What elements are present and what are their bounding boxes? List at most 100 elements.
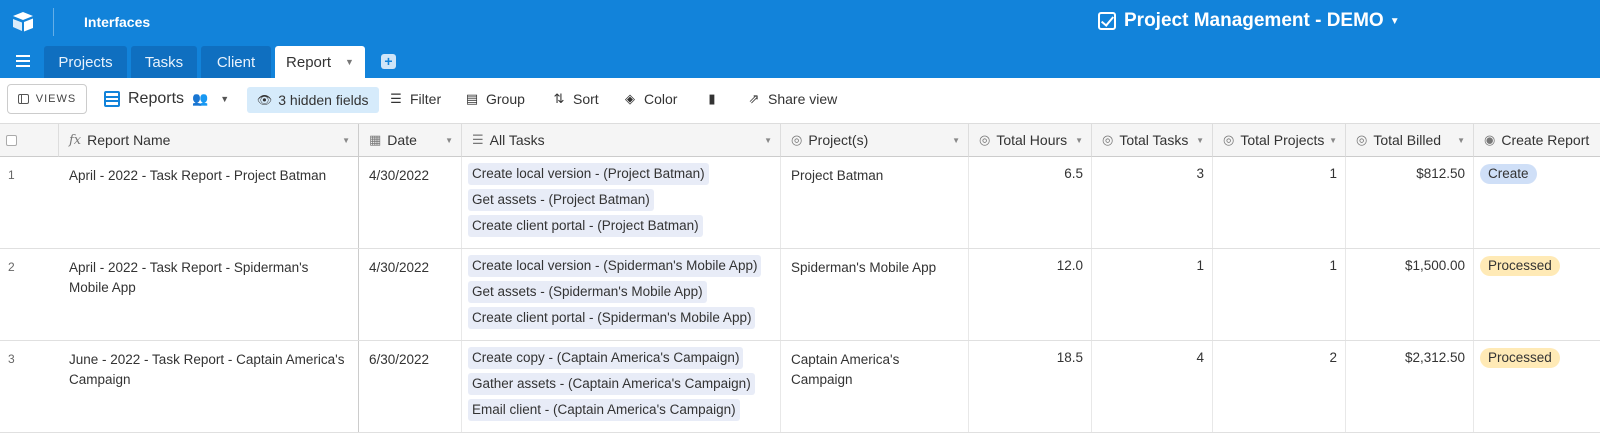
row-number-cell: 2 — [0, 249, 59, 340]
color-button[interactable]: ◈ Color — [622, 91, 677, 107]
chevron-down-icon[interactable]: ▼ — [1457, 136, 1465, 145]
create-report-cell[interactable]: Processed — [1474, 249, 1600, 340]
chevron-down-icon[interactable]: ▼ — [1196, 136, 1204, 145]
projects-cell[interactable]: Spiderman's Mobile App — [781, 249, 969, 340]
table-row[interactable]: 1 April - 2022 - Task Report - Project B… — [0, 157, 1600, 249]
view-switcher[interactable]: Reports 👥 ▼ — [104, 90, 229, 108]
chevron-down-icon[interactable]: ▼ — [342, 136, 350, 145]
total-tasks-cell[interactable]: 1 — [1092, 249, 1213, 340]
total-hours-cell[interactable]: 18.5 — [969, 341, 1092, 432]
total-billed-cell[interactable]: $2,312.50 — [1346, 341, 1474, 432]
total-projects-cell[interactable]: 1 — [1213, 249, 1346, 340]
chevron-down-icon[interactable]: ▼ — [764, 136, 772, 145]
hamburger-menu-icon[interactable] — [16, 55, 30, 67]
date-value: 6/30/2022 — [369, 352, 430, 367]
date-cell[interactable]: 4/30/2022 — [359, 157, 462, 248]
column-header-report-name[interactable]: fx Report Name ▼ — [59, 124, 359, 157]
views-button[interactable]: VIEWS — [7, 84, 87, 114]
total-projects-cell[interactable]: 2 — [1213, 341, 1346, 432]
rollup-icon: ◎ — [979, 132, 991, 147]
total-billed-cell[interactable]: $1,500.00 — [1346, 249, 1474, 340]
divider — [53, 8, 54, 36]
total-hours-value: 18.5 — [1056, 350, 1083, 365]
chevron-down-icon[interactable]: ▼ — [445, 136, 453, 145]
status-badge[interactable]: Create — [1480, 164, 1537, 184]
all-tasks-cell[interactable]: Create copy - (Captain America's Campaig… — [462, 341, 781, 432]
column-title: Total Billed — [1373, 132, 1442, 148]
task-chip[interactable]: Create client portal - (Spiderman's Mobi… — [468, 307, 756, 329]
total-tasks-cell[interactable]: 3 — [1092, 157, 1213, 248]
formula-icon: fx — [69, 132, 82, 148]
task-chip[interactable]: Get assets - (Project Batman) — [468, 189, 654, 211]
total-hours-cell[interactable]: 6.5 — [969, 157, 1092, 248]
group-icon: ▤ — [465, 91, 479, 106]
group-button[interactable]: ▤ Group — [464, 91, 525, 107]
task-chip[interactable]: Create local version - (Project Batman) — [468, 163, 709, 185]
task-chip[interactable]: Email client - (Captain America's Campai… — [468, 399, 740, 421]
task-chip[interactable]: Create client portal - (Project Batman) — [468, 215, 703, 237]
view-name: Reports — [128, 90, 185, 107]
hidden-fields-button[interactable]: 👁 3 hidden fields — [247, 87, 379, 113]
sort-button[interactable]: ⇅ Sort — [551, 91, 599, 107]
rollup-icon: ◎ — [1223, 132, 1235, 147]
column-header-total-projects[interactable]: ◎ Total Projects ▼ — [1213, 124, 1346, 157]
task-chip[interactable]: Gather assets - (Captain America's Campa… — [468, 373, 755, 395]
chevron-down-icon[interactable]: ▼ — [952, 136, 960, 145]
color-label: Color — [644, 91, 678, 107]
chevron-down-icon[interactable]: ▼ — [1075, 136, 1083, 145]
report-name-cell[interactable]: June - 2022 - Task Report - Captain Amer… — [59, 341, 359, 432]
total-projects-cell[interactable]: 1 — [1213, 157, 1346, 248]
date-cell[interactable]: 4/30/2022 — [359, 249, 462, 340]
row-height-button[interactable]: ▮ — [704, 91, 720, 107]
column-header-total-tasks[interactable]: ◎ Total Tasks ▼ — [1092, 124, 1213, 157]
filter-button[interactable]: ☰ Filter — [388, 91, 441, 107]
total-hours-cell[interactable]: 12.0 — [969, 249, 1092, 340]
tab-label: Tasks — [144, 53, 184, 71]
task-chip[interactable]: Create copy - (Captain America's Campaig… — [468, 347, 744, 369]
total-billed-cell[interactable]: $812.50 — [1346, 157, 1474, 248]
add-table-icon[interactable]: + — [381, 54, 396, 69]
task-chip[interactable]: Create local version - (Spiderman's Mobi… — [468, 255, 762, 277]
projects-cell[interactable]: Captain America's Campaign — [781, 341, 969, 432]
projects-cell[interactable]: Project Batman — [781, 157, 969, 248]
column-header-date[interactable]: ▦ Date ▼ — [359, 124, 462, 157]
table-row[interactable]: 2 April - 2022 - Task Report - Spiderman… — [0, 249, 1600, 341]
interfaces-link[interactable]: Interfaces — [84, 14, 150, 30]
tab-projects[interactable]: Projects — [44, 46, 127, 78]
row-number: 1 — [8, 168, 15, 182]
total-tasks-cell[interactable]: 4 — [1092, 341, 1213, 432]
chevron-down-icon[interactable]: ▼ — [1329, 136, 1337, 145]
all-tasks-cell[interactable]: Create local version - (Project Batman) … — [462, 157, 781, 248]
airtable-logo-icon[interactable] — [10, 9, 36, 35]
chevron-down-icon: ▼ — [1389, 15, 1400, 27]
all-tasks-cell[interactable]: Create local version - (Spiderman's Mobi… — [462, 249, 781, 340]
top-bar: Interfaces Project Management - DEMO ▼ — [0, 0, 1600, 46]
base-title[interactable]: Project Management - DEMO ▼ — [1098, 10, 1400, 32]
create-report-cell[interactable]: Create — [1474, 157, 1600, 248]
table-row[interactable]: 3 June - 2022 - Task Report - Captain Am… — [0, 341, 1600, 433]
report-name-cell[interactable]: April - 2022 - Task Report - Spiderman's… — [59, 249, 359, 340]
tab-tasks[interactable]: Tasks — [131, 46, 197, 78]
task-chip[interactable]: Get assets - (Spiderman's Mobile App) — [468, 281, 707, 303]
calendar-icon: ▦ — [369, 132, 382, 147]
column-header-total-hours[interactable]: ◎ Total Hours ▼ — [969, 124, 1092, 157]
total-projects-value: 1 — [1329, 258, 1337, 273]
tab-report[interactable]: Report ▼ — [275, 46, 365, 78]
status-badge[interactable]: Processed — [1480, 256, 1560, 276]
column-header-create-report[interactable]: ◉ Create Report — [1474, 124, 1600, 157]
chevron-down-icon[interactable]: ▼ — [345, 57, 354, 67]
tab-client[interactable]: Client — [201, 46, 271, 78]
column-title: Project(s) — [808, 132, 869, 148]
share-view-button[interactable]: ⇗ Share view — [746, 91, 838, 107]
select-all-checkbox[interactable] — [6, 134, 17, 146]
column-header-projects[interactable]: ◎ Project(s) ▼ — [781, 124, 969, 157]
share-label: Share view — [768, 91, 838, 107]
views-label: VIEWS — [35, 93, 77, 105]
column-header-total-billed[interactable]: ◎ Total Billed ▼ — [1346, 124, 1474, 157]
status-badge[interactable]: Processed — [1480, 348, 1560, 368]
column-header-all-tasks[interactable]: ☰ All Tasks ▼ — [462, 124, 781, 157]
date-cell[interactable]: 6/30/2022 — [359, 341, 462, 432]
column-title: Report Name — [87, 132, 171, 148]
report-name-cell[interactable]: April - 2022 - Task Report - Project Bat… — [59, 157, 359, 248]
create-report-cell[interactable]: Processed — [1474, 341, 1600, 432]
